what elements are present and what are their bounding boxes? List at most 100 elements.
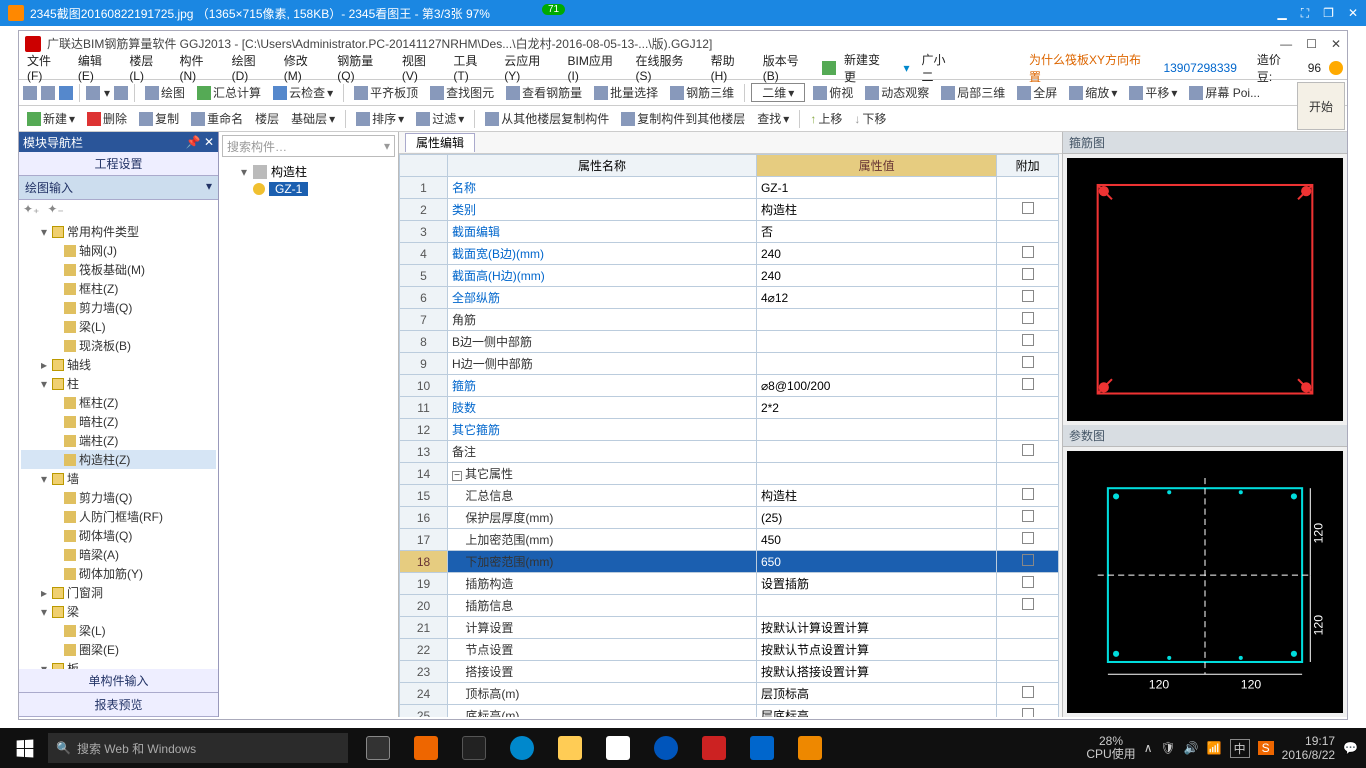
win-close-icon[interactable]: ✕ [1331, 37, 1341, 51]
tree-item[interactable]: 暗柱(Z) [21, 412, 216, 431]
tree-item[interactable]: 端柱(Z) [21, 431, 216, 450]
tb-app-1[interactable] [404, 728, 448, 768]
open-icon[interactable] [41, 86, 55, 100]
tree-item[interactable]: 暗梁(A) [21, 545, 216, 564]
nav-pin-icon[interactable]: 📌 [186, 135, 201, 149]
prop-row[interactable]: 11肢数2*2 [400, 397, 1059, 419]
tree-item[interactable]: 现浇板(B) [21, 336, 216, 355]
tb-orbit[interactable]: 动态观察 [861, 83, 933, 102]
prop-row[interactable]: 23 搭接设置按默认搭接设置计算 [400, 661, 1059, 683]
tb2-up[interactable]: ↑上移 [806, 109, 846, 128]
prop-row[interactable]: 12其它箍筋 [400, 419, 1059, 441]
tb2-copyfrom[interactable]: 从其他楼层复制构件 [481, 109, 613, 128]
tb2-del[interactable]: 删除 [83, 109, 131, 128]
tb-top[interactable]: 俯视 [809, 83, 857, 102]
prop-row[interactable]: 24 顶标高(m)层顶标高 [400, 683, 1059, 705]
prop-row[interactable]: 6全部纵筋4⌀12 [400, 287, 1059, 309]
tb-app-2[interactable] [452, 728, 496, 768]
tray-net-icon[interactable]: 📶 [1207, 741, 1222, 755]
tree-item[interactable]: 砌体加筋(Y) [21, 564, 216, 583]
prop-row[interactable]: 2类别构造柱 [400, 199, 1059, 221]
tb2-sort[interactable]: 排序▾ [352, 109, 408, 128]
prop-row[interactable]: 20 插筋信息 [400, 595, 1059, 617]
nt-icon[interactable]: ✦₋ [47, 202, 63, 218]
tree-item[interactable]: 筏板基础(M) [21, 260, 216, 279]
tb-app-explorer[interactable] [548, 728, 592, 768]
iv-restore-icon[interactable]: ❐ [1323, 6, 1334, 21]
prop-row[interactable]: 22 节点设置按默认节点设置计算 [400, 639, 1059, 661]
iv-close-icon[interactable]: ✕ [1348, 6, 1358, 21]
iv-full-icon[interactable]: ⛶ [1301, 6, 1309, 21]
tb-app-5[interactable] [740, 728, 784, 768]
tb-app-6[interactable] [788, 728, 832, 768]
tb2-floor[interactable]: 楼层 [251, 109, 283, 128]
tb-batch[interactable]: 批量选择 [590, 83, 662, 102]
tb-2d[interactable]: 二维▾ [751, 83, 805, 102]
tb2-find[interactable]: 查找▾ [753, 109, 793, 128]
prop-row[interactable]: 25 底标高(m)层底标高 [400, 705, 1059, 718]
tree-item[interactable]: 圈梁(E) [21, 640, 216, 659]
tray-volume-icon[interactable]: 🔊 [1184, 741, 1199, 755]
tree-item[interactable]: ▸轴线 [21, 355, 216, 374]
prop-row[interactable]: 14−其它属性 [400, 463, 1059, 485]
prop-row[interactable]: 17 上加密范围(mm)450 [400, 529, 1059, 551]
nt-icon[interactable]: ✦₊ [23, 202, 39, 218]
component-search[interactable]: 搜索构件…▾ [222, 135, 395, 157]
save-icon[interactable] [59, 86, 73, 100]
nav-sect-settings[interactable]: 工程设置 [19, 152, 218, 176]
tray-up-icon[interactable]: ∧ [1144, 741, 1153, 755]
prop-row[interactable]: 3截面编辑否 [400, 221, 1059, 243]
tree-item[interactable]: ▾梁 [21, 602, 216, 621]
nav-tree[interactable]: ▾常用构件类型轴网(J)筏板基础(M)框柱(Z)剪力墙(Q)梁(L)现浇板(B)… [19, 220, 218, 669]
tb-sum[interactable]: 汇总计算 [193, 83, 265, 102]
tree-item[interactable]: 构造柱(Z) [21, 450, 216, 469]
prop-row[interactable]: 21 计算设置按默认计算设置计算 [400, 617, 1059, 639]
tb-pan[interactable]: 平移▾ [1125, 83, 1181, 102]
tray-ime-icon[interactable]: 中 [1230, 739, 1250, 758]
prop-row[interactable]: 4截面宽(B边)(mm)240 [400, 243, 1059, 265]
tb-local3d[interactable]: 局部三维 [937, 83, 1009, 102]
tb-find[interactable]: 查找图元 [426, 83, 498, 102]
tree-item[interactable]: 人防门框墙(RF) [21, 507, 216, 526]
prop-row[interactable]: 5截面高(H边)(mm)240 [400, 265, 1059, 287]
property-table[interactable]: 属性名称属性值附加 1名称GZ-12类别构造柱3截面编辑否4截面宽(B边)(mm… [399, 154, 1059, 717]
taskbar-search[interactable]: 🔍搜索 Web 和 Windows [48, 733, 348, 763]
win-max-icon[interactable]: ☐ [1306, 37, 1317, 51]
tb-zoom[interactable]: 缩放▾ [1065, 83, 1121, 102]
undo-icon[interactable] [86, 86, 100, 100]
prop-row[interactable]: 18 下加密范围(mm)650 [400, 551, 1059, 573]
tree-item[interactable]: ▸门窗洞 [21, 583, 216, 602]
start-button-win[interactable] [0, 728, 48, 768]
tree-item[interactable]: 剪力墙(Q) [21, 488, 216, 507]
tree-item[interactable]: 剪力墙(Q) [21, 298, 216, 317]
tb-flat[interactable]: 平齐板顶 [350, 83, 422, 102]
tree-item[interactable]: 梁(L) [21, 317, 216, 336]
nav-sect-draw[interactable]: 绘图输入▾ [19, 176, 218, 200]
prop-row[interactable]: 16 保护层厚度(mm)(25) [400, 507, 1059, 529]
tb-cloud[interactable]: 云检查▾ [269, 83, 337, 102]
prop-row[interactable]: 19 插筋构造设置插筋 [400, 573, 1059, 595]
nav-sect-report[interactable]: 报表预览 [19, 693, 218, 717]
tb-full[interactable]: 全屏 [1013, 83, 1061, 102]
tb2-copyto[interactable]: 复制构件到其他楼层 [617, 109, 749, 128]
nav-close-icon[interactable]: ✕ [204, 135, 214, 149]
tb-draw[interactable]: 绘图 [141, 83, 189, 102]
tray-sogou-icon[interactable]: S [1258, 741, 1274, 755]
prop-tab[interactable]: 属性编辑 [405, 133, 475, 152]
new-icon[interactable] [23, 86, 37, 100]
tree-item[interactable]: 轴网(J) [21, 241, 216, 260]
component-tree[interactable]: ▾构造柱 GZ-1 [219, 160, 398, 717]
tree-item[interactable]: ▾板 [21, 659, 216, 669]
tb-app-taskview[interactable] [356, 728, 400, 768]
tb-3d[interactable]: 钢筋三维 [666, 83, 738, 102]
tb2-base[interactable]: 基础层▾ [287, 109, 339, 128]
tb-app-4[interactable] [692, 728, 736, 768]
tree-item[interactable]: 梁(L) [21, 621, 216, 640]
prop-row[interactable]: 8B边一侧中部筋 [400, 331, 1059, 353]
tree-item[interactable]: ▾墙 [21, 469, 216, 488]
tree-item[interactable]: ▾柱 [21, 374, 216, 393]
tb2-filter[interactable]: 过滤▾ [412, 109, 468, 128]
tree-item[interactable]: 框柱(Z) [21, 279, 216, 298]
tb2-down[interactable]: ↓下移 [850, 109, 890, 128]
tb2-copy[interactable]: 复制 [135, 109, 183, 128]
